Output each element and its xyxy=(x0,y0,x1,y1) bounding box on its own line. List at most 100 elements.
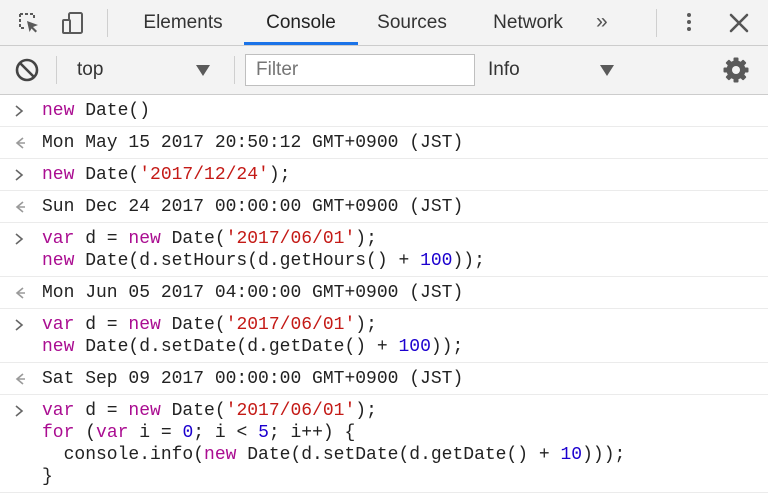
code-keyword: new xyxy=(204,445,237,465)
code-text: )); xyxy=(452,251,485,271)
console-input-entry[interactable]: var d = new Date('2017/06/01'); for (var … xyxy=(0,395,768,493)
code-line: Sun Dec 24 2017 00:00:00 GMT+0900 (JST) xyxy=(42,196,768,218)
input-prompt-icon xyxy=(12,101,28,121)
result-prompt-icon xyxy=(12,133,28,153)
console-input-entry[interactable]: new Date() xyxy=(0,95,768,127)
kebab-menu-icon[interactable] xyxy=(676,11,702,35)
console-toolbar: top Info xyxy=(0,46,768,95)
code-keyword: var xyxy=(96,423,129,443)
code-text: Date(d.setHours(d.getHours() + xyxy=(74,251,421,271)
code-text: )); xyxy=(430,337,464,357)
devtools-tab-bar: Elements Console Sources Network » xyxy=(0,0,768,46)
tab-sources[interactable]: Sources xyxy=(362,0,462,45)
gear-icon[interactable] xyxy=(722,56,752,86)
code-line: var d = new Date('2017/06/01'); xyxy=(42,400,768,422)
code-number: 100 xyxy=(398,337,431,357)
context-selector[interactable]: top xyxy=(64,54,224,86)
code-string: '2017/12/24' xyxy=(139,165,269,185)
code-text: ); xyxy=(268,165,291,185)
tab-elements[interactable]: Elements xyxy=(128,0,238,45)
code-string: '2017/06/01' xyxy=(225,401,356,421)
chevron-down-icon xyxy=(196,65,210,76)
code-text: Date( xyxy=(160,401,226,421)
code-string: '2017/06/01' xyxy=(225,315,356,335)
code-text: Date(d.setDate(d.getDate() + xyxy=(74,337,399,357)
code-keyword: new xyxy=(42,101,75,121)
code-line: for (var i = 0; i < 5; i++) { xyxy=(42,422,768,444)
log-level-value: Info xyxy=(488,59,520,80)
input-prompt-icon xyxy=(12,315,28,335)
code-text: Date( xyxy=(74,165,140,185)
code-line: } xyxy=(42,466,768,488)
code-line: Sat Sep 09 2017 00:00:00 GMT+0900 (JST) xyxy=(42,368,768,390)
code-text: ( xyxy=(74,423,97,443)
close-icon[interactable] xyxy=(724,8,754,38)
code-number: 10 xyxy=(560,445,583,465)
code-line: new Date('2017/12/24'); xyxy=(42,164,768,186)
code-line: var d = new Date('2017/06/01'); xyxy=(42,314,768,336)
console-result-entry[interactable]: Mon Jun 05 2017 04:00:00 GMT+0900 (JST) xyxy=(0,277,768,309)
input-prompt-icon xyxy=(12,401,28,421)
code-number: 0 xyxy=(182,423,194,443)
code-text: ); xyxy=(355,229,377,249)
code-text: ; i++) { xyxy=(268,423,356,443)
code-text: ; i < xyxy=(193,423,259,443)
code-keyword: new xyxy=(128,229,161,249)
code-keyword: new xyxy=(42,165,75,185)
toolbar-divider xyxy=(56,56,57,84)
code-text: Sun Dec 24 2017 00:00:00 GMT+0900 (JST) xyxy=(42,197,464,217)
input-prompt-icon xyxy=(12,229,28,249)
console-input-entry[interactable]: new Date('2017/12/24'); xyxy=(0,159,768,191)
code-line: new Date() xyxy=(42,100,768,122)
code-line: console.info(new Date(d.setDate(d.getDat… xyxy=(42,444,768,466)
console-log[interactable]: new Date() Mon May 15 2017 20:50:12 GMT+0… xyxy=(0,95,768,501)
code-keyword: new xyxy=(42,337,75,357)
log-level-selector[interactable]: Info xyxy=(476,54,626,86)
code-keyword: new xyxy=(42,251,75,271)
chevron-down-icon xyxy=(600,65,614,76)
code-text: } xyxy=(42,467,53,487)
code-number: 5 xyxy=(258,423,269,443)
chevron-double-right-icon[interactable]: » xyxy=(596,0,608,45)
tab-network[interactable]: Network xyxy=(476,0,580,45)
clear-console-icon[interactable] xyxy=(14,57,40,83)
code-text: d = xyxy=(74,229,129,249)
code-text: Date( xyxy=(160,315,226,335)
code-string: '2017/06/01' xyxy=(225,229,356,249)
code-keyword: var xyxy=(42,229,75,249)
code-text: console.info( xyxy=(42,445,205,465)
code-text: Mon May 15 2017 20:50:12 GMT+0900 (JST) xyxy=(42,133,464,153)
code-text: Date(d.setDate(d.getDate() + xyxy=(236,445,561,465)
code-text: d = xyxy=(74,401,129,421)
filter-input[interactable] xyxy=(245,54,475,86)
code-keyword: for xyxy=(42,423,75,443)
result-prompt-icon xyxy=(12,197,28,217)
console-input-entry[interactable]: var d = new Date('2017/06/01'); new Date(… xyxy=(0,309,768,363)
console-result-entry[interactable]: Mon May 15 2017 20:50:12 GMT+0900 (JST) xyxy=(0,127,768,159)
result-prompt-icon xyxy=(12,283,28,303)
code-keyword: new xyxy=(128,401,161,421)
code-text: i = xyxy=(128,423,183,443)
inspect-element-icon[interactable] xyxy=(14,8,44,38)
input-prompt-icon xyxy=(12,165,28,185)
context-value: top xyxy=(77,59,104,80)
console-input-entry[interactable]: var d = new Date('2017/06/01'); new Date(… xyxy=(0,223,768,277)
code-text: Date( xyxy=(160,229,226,249)
device-toolbar-icon[interactable] xyxy=(58,8,88,38)
code-text: Date() xyxy=(74,101,151,121)
code-keyword: new xyxy=(128,315,161,335)
toolbar-divider xyxy=(234,56,235,84)
code-line: Mon Jun 05 2017 04:00:00 GMT+0900 (JST) xyxy=(42,282,768,304)
console-result-entry[interactable]: Sat Sep 09 2017 00:00:00 GMT+0900 (JST) xyxy=(0,363,768,395)
code-text: ); xyxy=(355,401,377,421)
result-prompt-icon xyxy=(12,369,28,389)
code-text: Mon Jun 05 2017 04:00:00 GMT+0900 (JST) xyxy=(42,283,464,303)
code-line: Mon May 15 2017 20:50:12 GMT+0900 (JST) xyxy=(42,132,768,154)
code-line: new Date(d.setDate(d.getDate() + 100)); xyxy=(42,336,768,358)
code-line: var d = new Date('2017/06/01'); xyxy=(42,228,768,250)
code-text: d = xyxy=(74,315,129,335)
toolbar-divider xyxy=(107,9,108,37)
tab-console[interactable]: Console xyxy=(244,0,358,45)
code-text: ); xyxy=(355,315,377,335)
console-result-entry[interactable]: Sun Dec 24 2017 00:00:00 GMT+0900 (JST) xyxy=(0,191,768,223)
